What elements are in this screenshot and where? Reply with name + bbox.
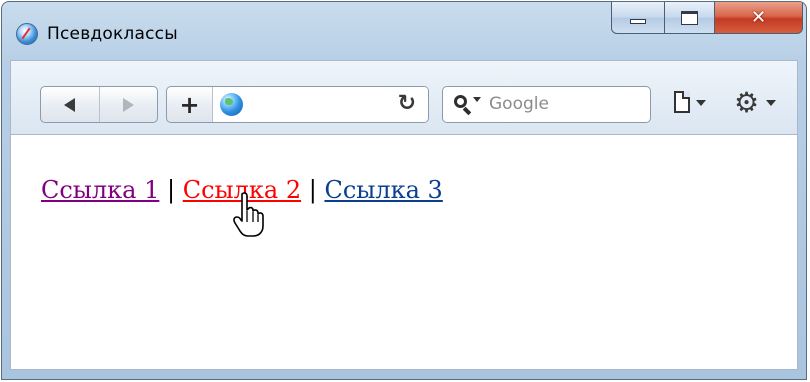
forward-button[interactable] [98, 87, 158, 122]
navigation-buttons [40, 86, 158, 123]
separator: | [308, 176, 317, 204]
chevron-down-icon [696, 100, 706, 106]
browser-window: Псевдоклассы ✕ + ↻ Google ⚙ Ссылка 1 | С… [1, 1, 807, 380]
search-engine-dropdown-icon[interactable] [473, 97, 481, 102]
back-arrow-icon [64, 97, 76, 112]
chevron-down-icon [766, 100, 776, 106]
forward-arrow-icon [122, 97, 134, 112]
search-icon[interactable] [454, 95, 467, 108]
separator: | [167, 176, 176, 204]
globe-icon [220, 93, 243, 116]
hand-cursor-icon [233, 192, 264, 237]
minimize-icon [630, 19, 646, 24]
gear-icon: ⚙ [734, 86, 760, 119]
maximize-icon [681, 10, 698, 25]
page-icon [674, 91, 690, 113]
title-bar[interactable]: Псевдоклассы ✕ [2, 2, 806, 58]
link-3[interactable]: Ссылка 3 [324, 176, 442, 204]
page-menu-button[interactable] [674, 91, 708, 117]
link-1[interactable]: Ссылка 1 [41, 176, 159, 204]
add-bookmark-button[interactable]: + [167, 87, 213, 122]
address-bar: + ↻ [166, 86, 429, 123]
page-content: Ссылка 1 | Ссылка 2 | Ссылка 3 [10, 134, 798, 370]
minimize-button[interactable] [611, 2, 665, 34]
window-title: Псевдоклассы [47, 24, 178, 44]
maximize-button[interactable] [665, 2, 715, 34]
browser-app-icon[interactable] [16, 23, 38, 45]
url-input[interactable]: ↻ [213, 87, 428, 122]
close-icon: ✕ [750, 7, 767, 28]
close-button[interactable]: ✕ [715, 2, 803, 34]
search-placeholder: Google [489, 94, 549, 114]
settings-menu-button[interactable]: ⚙ [734, 88, 778, 118]
browser-toolbar: + ↻ Google ⚙ [10, 60, 798, 134]
reload-icon[interactable]: ↻ [398, 91, 416, 116]
plus-icon: + [179, 90, 200, 119]
search-input[interactable]: Google [442, 86, 651, 123]
window-controls: ✕ [611, 2, 803, 36]
back-button[interactable] [41, 87, 99, 122]
